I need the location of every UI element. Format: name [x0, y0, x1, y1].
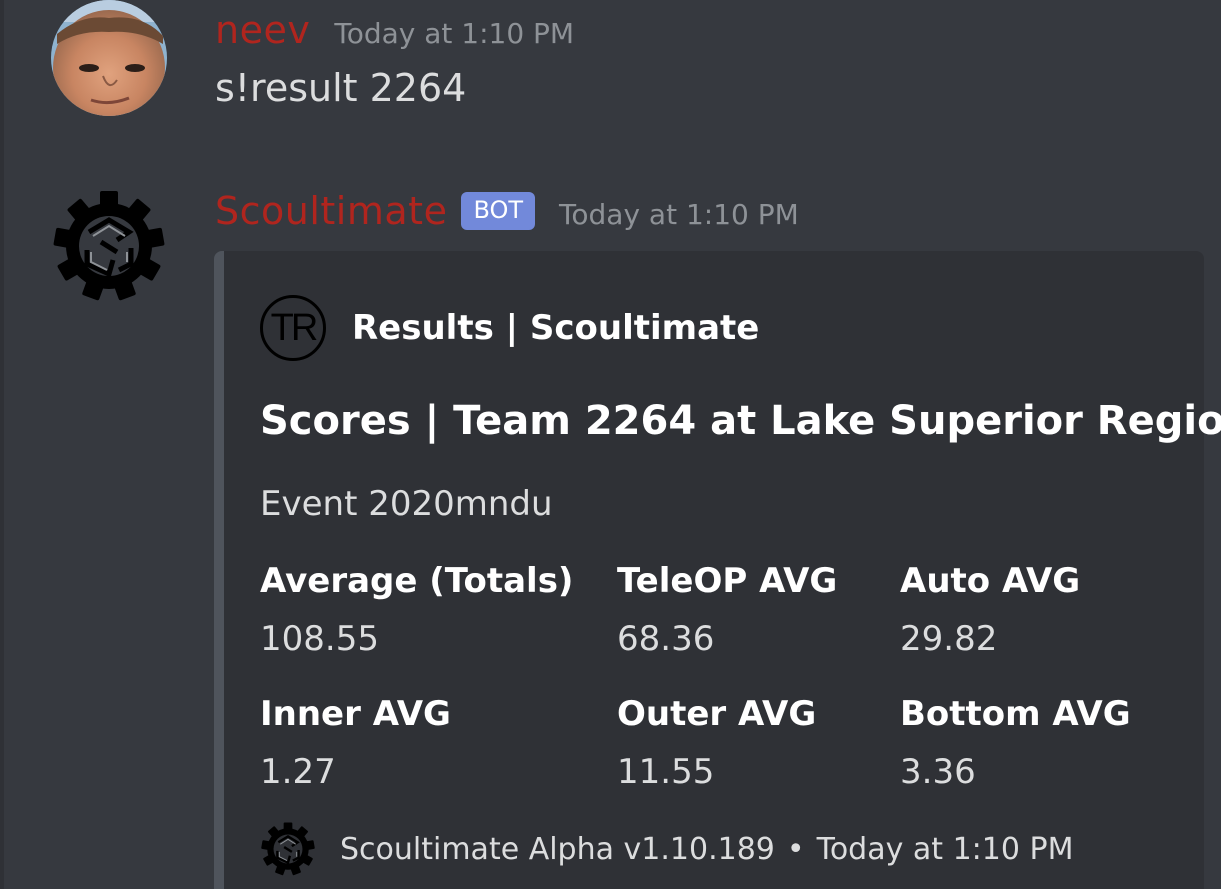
bot-avatar[interactable] [51, 188, 167, 304]
results-embed: TR Results | Scoultimate Scores | Team 2… [214, 251, 1221, 889]
embed-author-name: Results | Scoultimate [352, 308, 760, 348]
embed-field: Outer AVG 11.55 [617, 694, 816, 792]
field-name: Auto AVG [900, 561, 1081, 601]
field-name: Outer AVG [617, 694, 817, 734]
message-header: Scoultimate BOT Today at 1:10 PM [215, 189, 799, 236]
field-name: TeleOP AVG [617, 561, 838, 601]
field-value: 11.55 [617, 752, 715, 792]
message-content: s!result 2264 [215, 66, 467, 110]
embed-field: Auto AVG 29.82 [900, 561, 1080, 659]
embed-description: Event 2020mndu [260, 484, 553, 524]
message-header: neev Today at 1:10 PM [215, 8, 574, 52]
field-value: 3.36 [900, 752, 976, 792]
embed-field: Bottom AVG 3.36 [900, 694, 1131, 792]
embed-field: Inner AVG 1.27 [260, 694, 451, 792]
message-scoultimate: Scoultimate BOT Today at 1:10 PM TR Resu… [0, 180, 1221, 889]
author-name[interactable]: Scoultimate [215, 189, 447, 233]
field-value: 108.55 [260, 619, 379, 659]
embed-title: Scores | Team 2264 at Lake Superior Regi… [260, 398, 1221, 444]
author-name[interactable]: neev [215, 8, 310, 52]
gear-logo-icon [261, 822, 315, 876]
footer-separator: • [786, 831, 805, 867]
field-name: Bottom AVG [900, 694, 1131, 734]
chat-channel: neev Today at 1:10 PM s!result 2264 Scou… [0, 0, 1221, 889]
field-value: 29.82 [900, 619, 998, 659]
footer-text: Scoultimate Alpha v1.10.189 [340, 831, 775, 867]
message-timestamp: Today at 1:10 PM [334, 17, 575, 50]
message-timestamp: Today at 1:10 PM [559, 198, 799, 231]
field-name: Average (Totals) [260, 561, 574, 601]
message-neev: neev Today at 1:10 PM s!result 2264 [0, 0, 1221, 130]
field-value: 1.27 [260, 752, 336, 792]
embed-author: TR Results | Scoultimate [260, 295, 759, 361]
field-value: 68.36 [617, 619, 715, 659]
embed-field: TeleOP AVG 68.36 [617, 561, 837, 659]
user-avatar[interactable] [51, 0, 167, 116]
footer-timestamp: Today at 1:10 PM [816, 831, 1074, 867]
tr-logo-icon: TR [260, 295, 326, 361]
gear-logo-icon [53, 191, 165, 301]
field-name: Inner AVG [260, 694, 451, 734]
embed-footer: Scoultimate Alpha v1.10.189 • Today at 1… [260, 821, 1073, 877]
bot-badge: BOT [461, 192, 536, 230]
embed-field: Average (Totals) 108.55 [260, 561, 573, 659]
